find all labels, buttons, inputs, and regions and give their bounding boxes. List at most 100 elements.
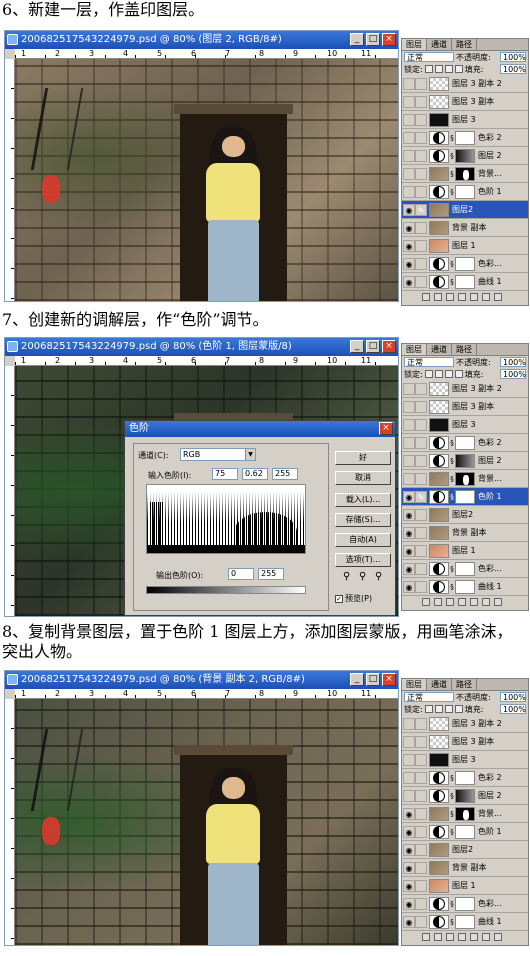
- layer-row[interactable]: ◉ 背景 副本: [402, 859, 528, 877]
- layer-mask-thumbnail[interactable]: [455, 130, 475, 145]
- eye-icon[interactable]: [403, 400, 415, 413]
- layer-thumbnail[interactable]: [429, 561, 449, 576]
- layer-thumbnail[interactable]: [429, 896, 449, 911]
- channel-select[interactable]: RGB ▼: [180, 448, 256, 461]
- save-button[interactable]: 存储(S)...: [335, 513, 391, 527]
- eye-icon[interactable]: [403, 454, 415, 467]
- output-gradient-slider[interactable]: [146, 586, 306, 594]
- layer-row[interactable]: § 背景...: [402, 165, 528, 183]
- layer-row[interactable]: § 色阶 1: [402, 183, 528, 201]
- layer-thumbnail[interactable]: [429, 453, 449, 468]
- brush-icon[interactable]: [415, 861, 427, 874]
- tab-channels[interactable]: 通道: [427, 344, 452, 355]
- layer-row[interactable]: ◉ 图层2: [402, 506, 528, 524]
- eye-icon[interactable]: [403, 77, 415, 90]
- close-icon[interactable]: ×: [379, 422, 393, 435]
- trash-icon[interactable]: [494, 598, 502, 606]
- brush-icon[interactable]: [415, 418, 427, 431]
- lock-transparency-icon[interactable]: [424, 65, 433, 73]
- layer-thumbnail[interactable]: [429, 824, 449, 839]
- layer-mask-thumbnail[interactable]: [455, 770, 475, 785]
- tab-layers[interactable]: 图层: [402, 39, 427, 50]
- brush-icon[interactable]: [415, 508, 427, 521]
- options-button[interactable]: 选项(T)...: [335, 553, 391, 567]
- layer-row[interactable]: ◉ § 色彩...: [402, 560, 528, 578]
- eye-icon[interactable]: ◉: [403, 490, 415, 503]
- layer-thumbnail[interactable]: [429, 878, 449, 893]
- layer-mask-thumbnail[interactable]: [455, 788, 475, 803]
- output-white-field[interactable]: 255: [258, 568, 284, 580]
- layer-thumbnail[interactable]: [429, 130, 449, 145]
- window-titlebar[interactable]: 20068251754322​4979.psd @ 80% (色阶 1, 图层蒙…: [5, 338, 398, 356]
- new-group-icon[interactable]: [458, 293, 466, 301]
- eye-icon[interactable]: [403, 95, 415, 108]
- eye-icon[interactable]: [403, 167, 415, 180]
- layer-row[interactable]: ◉ § 色阶 1: [402, 823, 528, 841]
- layers-panel-step7[interactable]: 图层 通道 路径 正常 不透明度: 100% 锁定: 填充: 100% 图层 3…: [401, 343, 529, 611]
- layer-thumbnail[interactable]: [429, 256, 449, 271]
- eye-icon[interactable]: [403, 418, 415, 431]
- add-mask-icon[interactable]: [446, 293, 454, 301]
- brush-icon[interactable]: [415, 807, 427, 820]
- lock-all-icon[interactable]: [454, 705, 463, 713]
- eye-icon[interactable]: [403, 131, 415, 144]
- brush-icon[interactable]: [415, 915, 427, 928]
- layer-mask-thumbnail[interactable]: [455, 435, 475, 450]
- layer-thumbnail[interactable]: [429, 806, 449, 821]
- fill-input[interactable]: 100%: [500, 64, 526, 74]
- layer-row[interactable]: § 图层 2: [402, 452, 528, 470]
- blend-mode-select[interactable]: 正常: [404, 692, 454, 702]
- brush-icon[interactable]: [415, 400, 427, 413]
- layer-row[interactable]: ◉ 图层 1: [402, 542, 528, 560]
- layer-row[interactable]: ◉ 图层 1: [402, 237, 528, 255]
- layer-style-icon[interactable]: [434, 293, 442, 301]
- eye-icon[interactable]: ◉: [403, 861, 415, 874]
- close-icon[interactable]: ×: [382, 673, 396, 686]
- trash-icon[interactable]: [494, 933, 502, 941]
- brush-icon[interactable]: [415, 454, 427, 467]
- layer-row[interactable]: § 背景...: [402, 470, 528, 488]
- canvas-photo[interactable]: [15, 699, 398, 945]
- eye-icon[interactable]: [403, 753, 415, 766]
- layer-mask-thumbnail[interactable]: [455, 914, 475, 929]
- layer-thumbnail[interactable]: [429, 788, 449, 803]
- layer-row[interactable]: ◉ 背景 副本: [402, 524, 528, 542]
- gray-eyedropper-icon[interactable]: ⚲: [359, 571, 369, 583]
- eye-icon[interactable]: ◉: [403, 544, 415, 557]
- lock-transparency-icon[interactable]: [424, 705, 433, 713]
- maximize-button[interactable]: □: [366, 340, 380, 353]
- brush-icon[interactable]: [415, 544, 427, 557]
- canvas-photo[interactable]: [15, 59, 398, 301]
- brush-icon[interactable]: [415, 185, 427, 198]
- layer-row[interactable]: 图层 3 副本: [402, 733, 528, 751]
- fill-input[interactable]: 100%: [500, 704, 526, 714]
- layer-row[interactable]: § 色彩 2: [402, 129, 528, 147]
- brush-icon[interactable]: [415, 436, 427, 449]
- close-icon[interactable]: ×: [382, 340, 396, 353]
- add-mask-icon[interactable]: [446, 933, 454, 941]
- new-group-icon[interactable]: [458, 933, 466, 941]
- eye-icon[interactable]: ◉: [403, 526, 415, 539]
- layer-row[interactable]: ◉ § 背景...: [402, 805, 528, 823]
- eye-icon[interactable]: [403, 382, 415, 395]
- new-layer-icon[interactable]: [482, 933, 490, 941]
- lock-pixels-icon[interactable]: [434, 705, 443, 713]
- layer-thumbnail[interactable]: [429, 579, 449, 594]
- layer-thumbnail[interactable]: [429, 94, 449, 109]
- input-black-field[interactable]: 75: [212, 468, 238, 480]
- brush-icon[interactable]: [415, 843, 427, 856]
- opacity-input[interactable]: 100%: [500, 692, 526, 702]
- layer-thumbnail[interactable]: [429, 148, 449, 163]
- trash-icon[interactable]: [494, 293, 502, 301]
- eye-icon[interactable]: [403, 472, 415, 485]
- layer-mask-thumbnail[interactable]: [455, 166, 475, 181]
- layer-row[interactable]: ◉ 背景 副本: [402, 219, 528, 237]
- new-layer-icon[interactable]: [482, 598, 490, 606]
- brush-icon[interactable]: [415, 239, 427, 252]
- minimize-button[interactable]: _: [350, 33, 364, 46]
- layer-row[interactable]: ◉ § 曲线 1: [402, 913, 528, 931]
- layer-row[interactable]: 图层 3 副本: [402, 93, 528, 111]
- layer-row[interactable]: 图层 3: [402, 111, 528, 129]
- levels-dialog-title[interactable]: 色阶 ×: [125, 421, 395, 437]
- layer-thumbnail[interactable]: [429, 381, 449, 396]
